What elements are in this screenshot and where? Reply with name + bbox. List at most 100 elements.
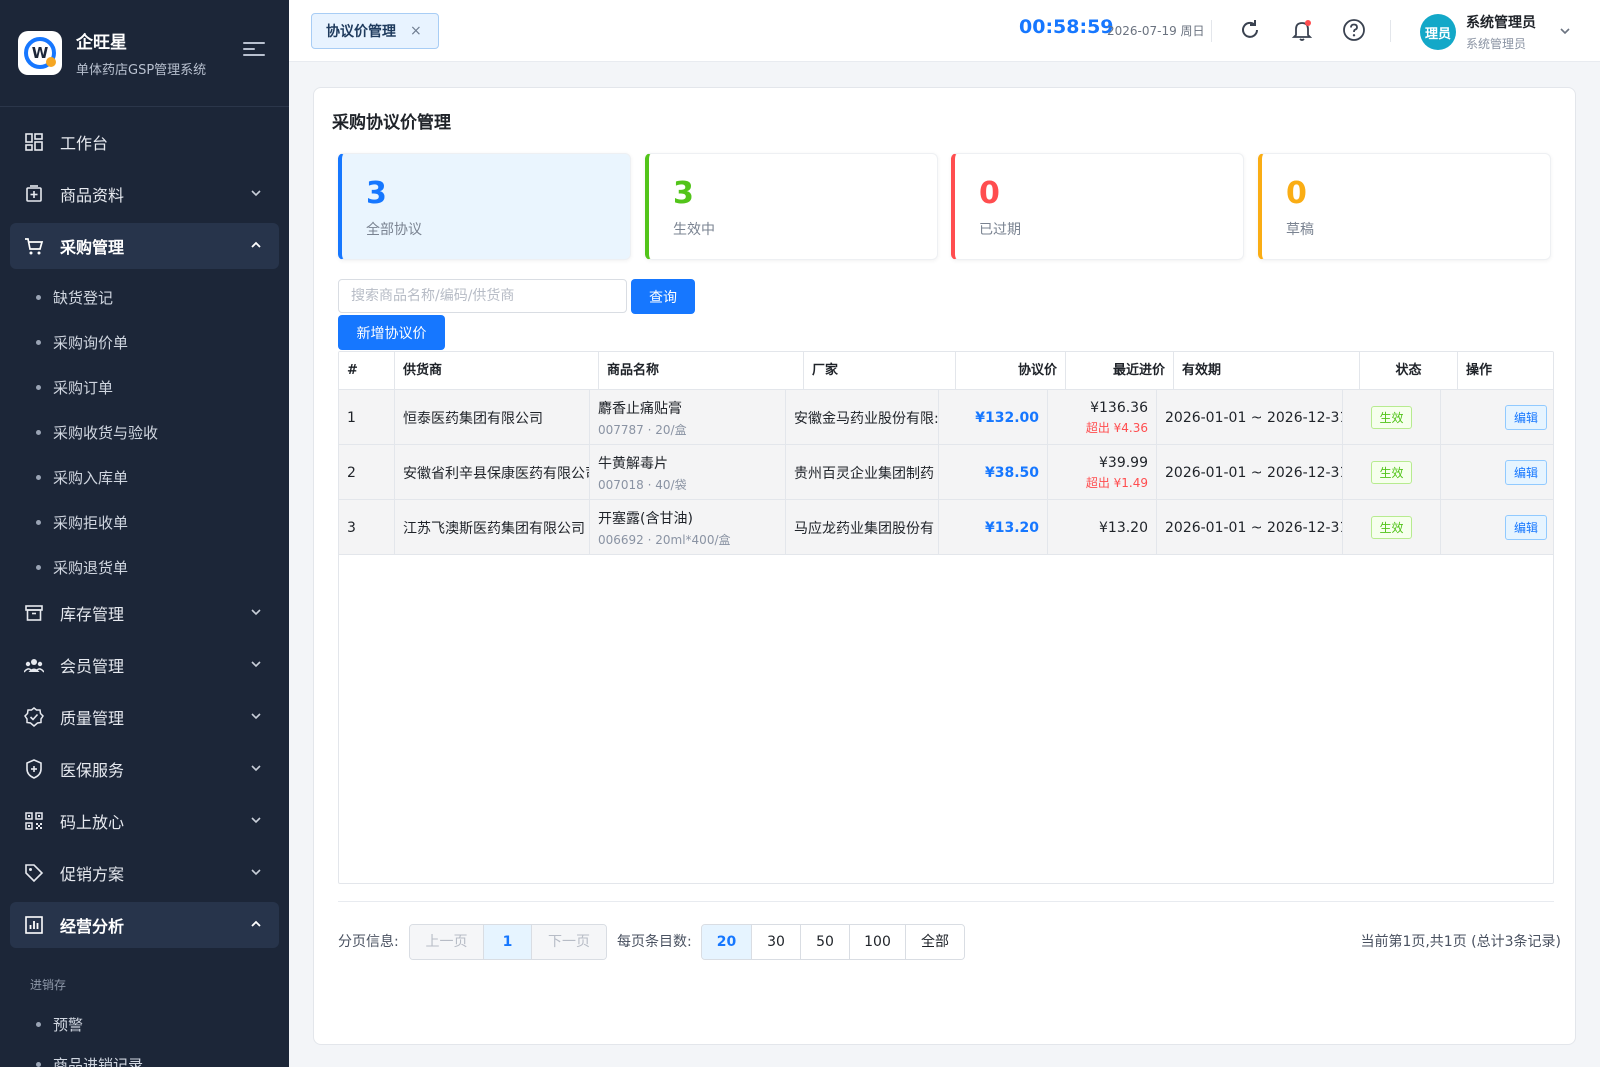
page-size-option[interactable]: 50 <box>801 925 850 959</box>
cell-price: ¥132.00 <box>939 390 1048 445</box>
sidebar-subitem-return[interactable]: 采购退货单 <box>10 545 279 590</box>
avatar[interactable]: 理员 <box>1420 14 1456 50</box>
sidebar-subitem-alert[interactable]: 预警 <box>10 1007 279 1042</box>
column-header-period: 有效期 <box>1174 352 1360 390</box>
chevron-up-icon <box>251 920 261 927</box>
sidebar-item-members[interactable]: 会员管理 <box>10 642 279 688</box>
divider <box>1390 20 1391 42</box>
logo-w-icon: W <box>24 37 56 69</box>
agreement-price: ¥38.50 <box>984 464 1039 481</box>
sidebar-subitem-receive[interactable]: 采购收货与验收 <box>10 410 279 455</box>
sidebar-item-quality[interactable]: 质量管理 <box>10 694 279 740</box>
sidebar-item-insurance[interactable]: 医保服务 <box>10 746 279 792</box>
page-size-option[interactable]: 20 <box>702 925 752 959</box>
column-header-supplier: 供货商 <box>395 352 599 390</box>
column-header-action: 操作 <box>1466 363 1493 378</box>
sidebar-subitem-shortage[interactable]: 缺货登记 <box>10 275 279 320</box>
edit-button[interactable]: 编辑 <box>1504 515 1547 540</box>
column-header-last-price: 最近进价 <box>1066 352 1174 390</box>
sidebar-subitem-label: 采购询价单 <box>53 334 129 352</box>
cell-index: 2 <box>339 445 395 500</box>
sidebar-subitem-label: 商品进销记录 <box>53 1056 144 1067</box>
next-page-button[interactable]: 下一页 <box>532 925 606 959</box>
stat-card-draft[interactable]: 0 草稿 <box>1258 153 1551 260</box>
close-icon[interactable]: × <box>410 23 422 39</box>
sidebar-item-analysis[interactable]: 经营分析 <box>10 902 279 948</box>
sidebar-item-label: 工作台 <box>60 134 109 153</box>
add-agreement-button[interactable]: 新增协议价 <box>338 315 445 350</box>
sidebar-subitem-records[interactable]: 商品进销记录 <box>10 1042 279 1067</box>
stat-card-expired[interactable]: 0 已过期 <box>951 153 1244 260</box>
sidebar-item-label: 促销方案 <box>60 865 125 884</box>
stat-value: 3 <box>673 176 694 211</box>
sidebar-subitem-label: 采购入库单 <box>53 469 129 487</box>
brand-logo: W <box>18 31 62 75</box>
tag-icon <box>24 863 44 883</box>
tab-agreement-price[interactable]: 协议价管理 × <box>311 13 439 49</box>
query-button[interactable]: 查询 <box>631 279 695 314</box>
last-price: ¥39.99 <box>1099 454 1148 471</box>
product-meta: 007787 · 20/盒 <box>598 422 687 437</box>
product-name: 开塞露(含甘油) <box>598 510 693 527</box>
prev-page-button[interactable]: 上一页 <box>410 925 484 959</box>
cell-supplier: 安徽省利辛县保康医药有限公司 <box>395 445 590 500</box>
cell-maker: 贵州百灵企业集团制药 <box>786 445 939 500</box>
sidebar-menu: 工作台 商品资料 采购管理 缺货登记 采购询价单 采购订单 采购收货与验收 采购… <box>0 107 289 1067</box>
sidebar-item-inventory[interactable]: 库存管理 <box>10 590 279 636</box>
bell-icon[interactable] <box>1290 18 1314 42</box>
sidebar-item-traceability[interactable]: 码上放心 <box>10 798 279 844</box>
sidebar-item-promotion[interactable]: 促销方案 <box>10 850 279 896</box>
page-size-option[interactable]: 100 <box>850 925 906 959</box>
page-size-option[interactable]: 全部 <box>906 925 964 959</box>
chevron-up-icon <box>251 241 261 248</box>
page-size-option[interactable]: 30 <box>752 925 801 959</box>
help-icon[interactable] <box>1342 18 1366 42</box>
status-badge: 生效 <box>1371 406 1412 429</box>
sidebar-subitem-inquiry[interactable]: 采购询价单 <box>10 320 279 365</box>
sidebar-item-label: 库存管理 <box>60 605 125 624</box>
page-number-button[interactable]: 1 <box>484 925 532 959</box>
search-input[interactable] <box>338 279 627 313</box>
cell-maker: 安徽金马药业股份有限: <box>786 390 939 445</box>
cell-action: 编辑 <box>1441 445 1553 500</box>
cell-last-price: ¥136.36 超出 ¥4.36 <box>1048 390 1157 445</box>
sidebar-subitem-label: 采购收货与验收 <box>53 424 159 442</box>
refresh-icon[interactable] <box>1238 18 1262 42</box>
status-badge: 生效 <box>1371 516 1412 539</box>
sidebar-item-label: 码上放心 <box>60 813 125 832</box>
stat-card-all[interactable]: 3 全部协议 <box>338 153 631 260</box>
page-title: 采购协议价管理 <box>332 113 451 133</box>
over-amount: 超出 ¥1.49 <box>1085 475 1148 490</box>
stat-card-active[interactable]: 3 生效中 <box>645 153 938 260</box>
last-price: ¥136.36 <box>1090 399 1148 416</box>
cell-product: 开塞露(含甘油) 006692 · 20ml*400/盒 <box>590 500 786 555</box>
page-navigator: 上一页 1 下一页 <box>409 924 607 960</box>
sidebar-subitem-inbound[interactable]: 采购入库单 <box>10 455 279 500</box>
sidebar-group-label: 进销存 <box>30 978 67 992</box>
chevron-down-icon[interactable] <box>1558 24 1572 38</box>
user-name[interactable]: 系统管理员 <box>1466 12 1536 32</box>
sidebar-item-purchase[interactable]: 采购管理 <box>10 223 279 269</box>
stat-value: 3 <box>366 176 387 211</box>
cell-supplier: 江苏飞澳斯医药集团有限公司 <box>395 500 590 555</box>
collapse-sidebar-icon[interactable] <box>243 42 265 60</box>
table-row[interactable]: 1 恒泰医药集团有限公司 麝香止痛贴膏 007787 · 20/盒 安徽金马药业… <box>339 390 1553 445</box>
page-size-selector: 20 30 50 100 全部 <box>701 924 965 960</box>
table-row[interactable]: 3 江苏飞澳斯医药集团有限公司 开塞露(含甘油) 006692 · 20ml*4… <box>339 500 1553 555</box>
sidebar-subitem-order[interactable]: 采购订单 <box>10 365 279 410</box>
cell-period: 2026-01-01 ~ 2026-12-31 <box>1157 390 1343 445</box>
sidebar: W 企旺星 单体药店GSP管理系统 工作台 商品资料 采购管理 缺货登记 采购询… <box>0 0 289 1067</box>
sidebar-subitem-reject[interactable]: 采购拒收单 <box>10 500 279 545</box>
edit-button[interactable]: 编辑 <box>1504 460 1547 485</box>
cell-action: 编辑 <box>1441 390 1553 445</box>
table-row[interactable]: 2 安徽省利辛县保康医药有限公司 牛黄解毒片 007018 · 40/袋 贵州百… <box>339 445 1553 500</box>
sidebar-item-products[interactable]: 商品资料 <box>10 171 279 217</box>
stat-label: 草稿 <box>1286 222 1314 238</box>
cell-index: 1 <box>339 390 395 445</box>
cell-supplier: 恒泰医药集团有限公司 <box>395 390 590 445</box>
edit-button[interactable]: 编辑 <box>1504 405 1547 430</box>
sidebar-item-dashboard[interactable]: 工作台 <box>10 119 279 165</box>
cell-status: 生效 <box>1343 500 1441 555</box>
sidebar-subitem-label: 采购拒收单 <box>53 514 129 532</box>
cell-price: ¥13.20 <box>939 500 1048 555</box>
